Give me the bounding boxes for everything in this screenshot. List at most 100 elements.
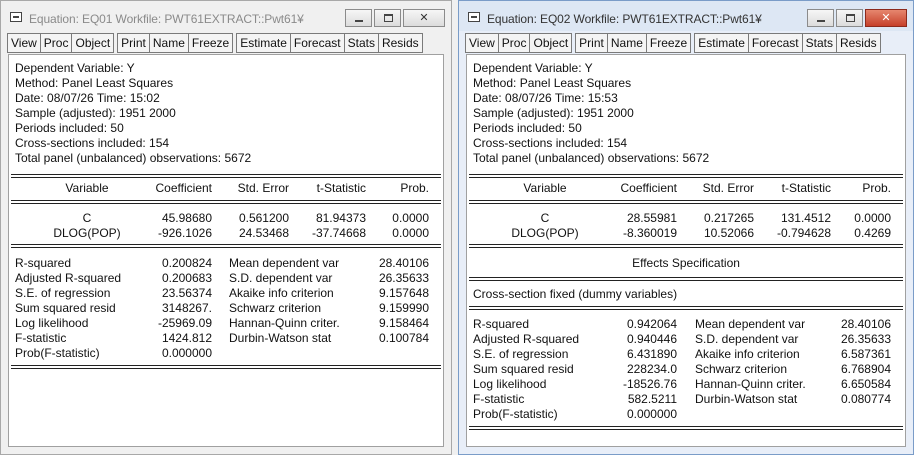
toolbar-stats-button[interactable]: Stats [343, 33, 379, 53]
window-controls: ✕ [805, 9, 907, 27]
toolbar-name-button[interactable]: Name [148, 33, 189, 53]
toolbar-name-button[interactable]: Name [606, 33, 647, 53]
header-line: Periods included: 50 [473, 121, 582, 135]
statistic-row: R-squared 0.942064 Mean dependent var 28.40… [467, 317, 905, 332]
toolbar-stats-button[interactable]: Stats [801, 33, 837, 53]
statistic-value: 6.587361 [840, 347, 891, 361]
header-line: Cross-sections included: 154 [473, 136, 628, 150]
toolbar-object-button[interactable]: Object [529, 33, 573, 53]
coefficient-value: 0.561200 [238, 211, 289, 225]
minimize-button[interactable] [345, 9, 372, 27]
statistic-label: Adjusted R-squared [15, 271, 122, 285]
close-icon: ✕ [419, 12, 429, 24]
coefficient-row: C 28.55981 0.217265 131.4512 0.0000 [467, 211, 905, 226]
maximize-icon [846, 14, 855, 22]
minimize-icon [355, 20, 363, 22]
coefficient-value: 0.0000 [854, 211, 891, 225]
statistic-label: S.E. of regression [473, 347, 569, 361]
toolbar-forecast-button[interactable]: Forecast [747, 33, 803, 53]
effects-specification-title: Effects Specification [467, 256, 905, 271]
estimation-output[interactable]: Dependent Variable: Y Method: Panel Least… [466, 54, 906, 447]
toolbar-freeze-button[interactable]: Freeze [187, 33, 234, 53]
toolbar-forecast-button[interactable]: Forecast [289, 33, 345, 53]
toolbar-group: Print Name Freeze [575, 33, 692, 53]
variable-name: C [540, 211, 550, 225]
toolbar-freeze-button[interactable]: Freeze [645, 33, 692, 53]
toolbar-object-button[interactable]: Object [71, 33, 115, 53]
close-button[interactable]: ✕ [403, 9, 445, 27]
effects-specification-text: Cross-section fixed (dummy variables) [467, 287, 905, 302]
variable-name: DLOG(POP) [53, 226, 121, 240]
statistic-value: 6.431890 [626, 347, 677, 361]
statistic-value: 0.000000 [626, 407, 677, 421]
window-controls: ✕ [343, 9, 445, 27]
statistic-value: 0.200824 [161, 256, 212, 270]
statistic-label: Hannan-Quinn criter. [695, 377, 806, 391]
toolbar-proc-button[interactable]: Proc [497, 33, 531, 53]
equation-toolbar: View Proc Object Print Name Freeze Estimate For… [7, 33, 426, 53]
toolbar-view-button[interactable]: View [7, 33, 41, 53]
toolbar-estimate-button[interactable]: Estimate [694, 33, 749, 53]
statistic-label: R-squared [473, 317, 530, 331]
header-line: Periods included: 50 [15, 121, 124, 135]
minimize-button[interactable] [807, 9, 834, 27]
coefficient-row: DLOG(POP) -8.360019 10.52066 -0.794628 0.426… [467, 226, 905, 241]
toolbar-resids-button[interactable]: Resids [377, 33, 423, 53]
window-icon[interactable] [10, 12, 22, 22]
table-rule-double [11, 365, 441, 369]
statistic-value: 28.40106 [378, 256, 429, 270]
statistic-label: S.E. of regression [15, 286, 111, 300]
statistic-row: Sum squared resid 228234.0 Schwarz criteri… [467, 362, 905, 377]
coefficient-value: -0.794628 [776, 226, 831, 240]
estimation-output[interactable]: Dependent Variable: Y Method: Panel Least… [8, 54, 444, 447]
toolbar-view-button[interactable]: View [465, 33, 499, 53]
statistic-row: Prob(F-statistic) 0.000000 [467, 407, 905, 422]
equation-toolbar: View Proc Object Print Name Freeze Estimate For… [465, 33, 884, 53]
statistic-row: S.E. of regression 6.431890 Akaike info cr… [467, 347, 905, 362]
toolbar-print-button[interactable]: Print [575, 33, 608, 53]
window-title: Equation: EQ01 Workfile: PWT61EXTRACT::P… [29, 12, 304, 26]
statistic-value: 1424.812 [161, 331, 212, 345]
coefficient-value: -926.1026 [157, 226, 212, 240]
coefficient-value: 81.94373 [315, 211, 366, 225]
equation-window-eq02[interactable]: Equation: EQ02 Workfile: PWT61EXTRACT::P… [458, 0, 914, 455]
column-header: Variable [523, 181, 567, 195]
window-title: Equation: EQ02 Workfile: PWT61EXTRACT::P… [487, 12, 762, 26]
header-line: Date: 08/07/26 Time: 15:02 [15, 91, 160, 105]
window-icon[interactable] [468, 12, 480, 22]
header-line: Cross-sections included: 154 [15, 136, 170, 150]
statistic-label: Mean dependent var [229, 256, 340, 270]
maximize-icon [384, 14, 393, 22]
table-rule-double [469, 174, 903, 178]
title-bar[interactable]: Equation: EQ01 Workfile: PWT61EXTRACT::P… [1, 1, 451, 31]
equation-window-eq01[interactable]: Equation: EQ01 Workfile: PWT61EXTRACT::P… [0, 0, 452, 455]
coefficient-row: DLOG(POP) -926.1026 24.53468 -37.74668 0.000… [9, 226, 443, 241]
variable-name: C [82, 211, 92, 225]
table-rule-double [11, 244, 441, 248]
maximize-button[interactable] [374, 9, 401, 27]
statistic-value: 228234.0 [626, 362, 677, 376]
toolbar-group: View Proc Object [7, 33, 115, 53]
statistic-value: 9.159990 [378, 301, 429, 315]
table-rule-double [11, 174, 441, 178]
statistic-label: S.D. dependent var [695, 332, 799, 346]
toolbar-proc-button[interactable]: Proc [39, 33, 73, 53]
statistic-value: 23.56374 [161, 286, 212, 300]
statistic-value: 0.000000 [161, 346, 212, 360]
statistic-row: Sum squared resid 3148267. Schwarz criteri… [9, 301, 443, 316]
toolbar-print-button[interactable]: Print [117, 33, 150, 53]
statistic-label: Akaike info criterion [695, 347, 800, 361]
coefficient-table-header: Variable Coefficient Std. Error t-Statistic… [467, 181, 905, 196]
statistic-label: Mean dependent var [695, 317, 806, 331]
toolbar-resids-button[interactable]: Resids [835, 33, 881, 53]
maximize-button[interactable] [836, 9, 863, 27]
coefficient-value: -37.74668 [311, 226, 366, 240]
statistic-value: 6.768904 [840, 362, 891, 376]
column-header: Std. Error [237, 181, 289, 195]
header-line: Dependent Variable: Y [15, 61, 135, 75]
close-button[interactable]: ✕ [865, 9, 907, 27]
coefficient-value: 131.4512 [780, 211, 831, 225]
title-bar[interactable]: Equation: EQ02 Workfile: PWT61EXTRACT::P… [459, 1, 913, 31]
toolbar-estimate-button[interactable]: Estimate [236, 33, 291, 53]
table-rule-double [11, 200, 441, 204]
